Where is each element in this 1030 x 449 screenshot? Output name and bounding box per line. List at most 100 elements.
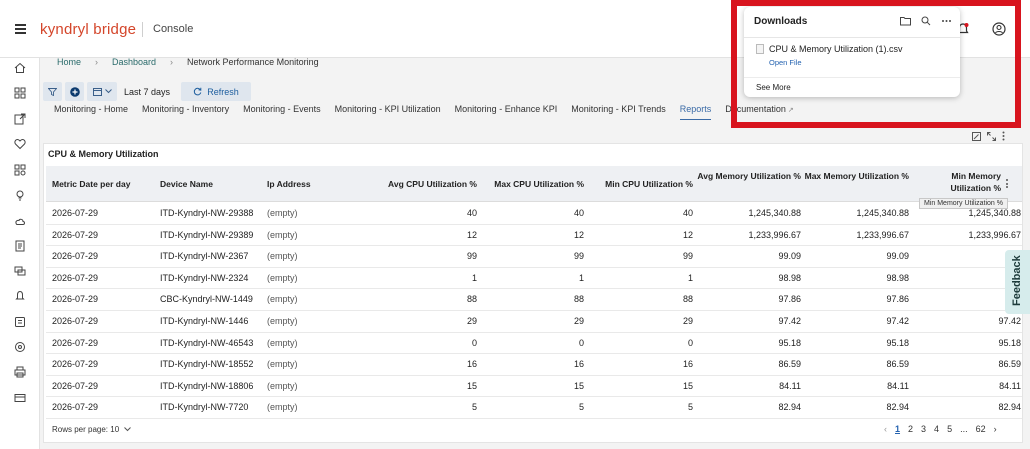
- date-range-picker[interactable]: [87, 82, 117, 101]
- page-1[interactable]: 1: [895, 424, 900, 434]
- health-heart-icon[interactable]: [14, 138, 26, 150]
- table-cell: 40: [682, 208, 693, 218]
- tab-reports[interactable]: Reports: [679, 104, 712, 120]
- breadcrumb-home[interactable]: Home: [57, 57, 81, 67]
- table-header: Metric Date per day Device Name Ip Addre…: [46, 166, 1022, 202]
- table-cell: 2026-07-29: [52, 208, 99, 218]
- table-cell: 88: [573, 294, 584, 305]
- table-cell: ITD-Kyndryl-NW-7720: [160, 402, 249, 413]
- kyndryl-bridge-logo[interactable]: kyndryl bridge: [40, 21, 136, 38]
- col-ip-address[interactable]: Ip Address: [267, 178, 311, 190]
- table-row[interactable]: 2026-07-29 CBC-Kyndryl-NW-1449 (empty) 88 88…: [46, 289, 1022, 311]
- table-row[interactable]: 2026-07-29 ITD-Kyndryl-NW-2367 (empty) 99 99…: [46, 246, 1022, 268]
- table-cell: 84.11: [999, 380, 1021, 391]
- alerts-bell-icon[interactable]: [14, 290, 26, 302]
- table-cell: 84.11: [779, 380, 801, 391]
- table-cell: 1,245,340.88: [968, 208, 1021, 218]
- table-cell: (empty): [267, 294, 298, 305]
- expand-icon[interactable]: [987, 131, 996, 141]
- insights-bulb-icon[interactable]: [14, 189, 26, 201]
- breadcrumb-separator: ›: [95, 57, 99, 67]
- table-cell: 5: [687, 402, 693, 413]
- page-3[interactable]: 3: [921, 424, 926, 434]
- table-row[interactable]: 2026-07-29 ITD-Kyndryl-NW-18806 (empty) 15 1…: [46, 376, 1022, 398]
- prev-page-icon[interactable]: ‹: [884, 424, 887, 434]
- column-menu-icon[interactable]: [1006, 179, 1009, 190]
- tickets-icon[interactable]: [14, 316, 26, 328]
- col-metric-date[interactable]: Metric Date per day: [52, 178, 130, 190]
- breadcrumb-current: Network Performance Monitoring: [187, 57, 319, 67]
- pagination: ‹ 1 2 3 4 5 ... 62 ›: [884, 424, 997, 434]
- col-min-memory[interactable]: Min Memory Utilization %: [926, 170, 1001, 194]
- table-row[interactable]: 2026-07-29 ITD-Kyndryl-NW-18552 (empty) 16 1…: [46, 354, 1022, 376]
- card-icon[interactable]: [14, 392, 26, 404]
- cloud-icon[interactable]: [14, 215, 26, 227]
- printer-icon[interactable]: [14, 366, 26, 378]
- table-cell: (empty): [267, 316, 298, 326]
- col-max-memory[interactable]: Max Memory Utilization %: [804, 170, 909, 182]
- apps-icon[interactable]: [14, 164, 26, 176]
- page-5[interactable]: 5: [947, 424, 952, 434]
- launch-icon[interactable]: [14, 113, 26, 125]
- chat-icon[interactable]: [14, 265, 26, 277]
- chevron-down-icon: [124, 427, 132, 432]
- table-cell: 2026-07-29: [52, 229, 99, 240]
- chevron-down-icon: [104, 89, 112, 94]
- table-row[interactable]: 2026-07-29 ITD-Kyndryl-NW-29388 (empty) 40 4…: [46, 203, 1022, 225]
- col-device-name[interactable]: Device Name: [160, 178, 213, 190]
- filter-button[interactable]: [43, 82, 62, 101]
- refresh-button[interactable]: Refresh: [181, 82, 252, 101]
- home-icon[interactable]: [14, 62, 26, 74]
- col-avg-memory[interactable]: Avg Memory Utilization %: [696, 170, 801, 182]
- rows-per-page-label: Rows per page: 10: [52, 425, 120, 434]
- feedback-label: Feedback: [1011, 255, 1023, 306]
- edit-icon[interactable]: [972, 131, 981, 141]
- page-62[interactable]: 62: [976, 424, 986, 434]
- table-cell: (empty): [267, 402, 298, 413]
- more-vertical-icon[interactable]: [1002, 131, 1005, 141]
- tab-monitoring-events[interactable]: Monitoring - Events: [243, 104, 321, 120]
- table-cell: 1,233,996.67: [856, 229, 909, 240]
- table-cell: 99: [466, 251, 477, 262]
- dashboard-grid-icon[interactable]: [14, 87, 26, 99]
- tab-monitoring-enhance-kpi[interactable]: Monitoring - Enhance KPI: [455, 104, 558, 120]
- tab-monitoring-inventory[interactable]: Monitoring - Inventory: [142, 104, 229, 120]
- refresh-icon: [194, 87, 202, 96]
- table-cell: 15: [573, 380, 584, 391]
- table-cell: (empty): [267, 359, 298, 370]
- table-cell: 99.09: [778, 251, 801, 262]
- table-cell: 5: [578, 402, 584, 413]
- filter-toolbar: Last 7 days Refresh: [43, 82, 252, 101]
- tab-monitoring-kpi-trends[interactable]: Monitoring - KPI Trends: [571, 104, 666, 120]
- breadcrumb-dashboard[interactable]: Dashboard: [112, 57, 156, 67]
- table-cell: 2026-07-29: [52, 294, 99, 305]
- table-cell: 2026-07-29: [52, 402, 99, 413]
- page-2[interactable]: 2: [908, 424, 913, 434]
- table-row[interactable]: 2026-07-29 ITD-Kyndryl-NW-1446 (empty) 29 29…: [46, 311, 1022, 333]
- settings-gear-icon[interactable]: [14, 341, 26, 353]
- table-cell: 0: [471, 337, 477, 348]
- table-cell: ITD-Kyndryl-NW-29389: [160, 229, 254, 240]
- tab-monitoring-kpi-utilization[interactable]: Monitoring - KPI Utilization: [335, 104, 441, 120]
- cpu-memory-table-card: CPU & Memory Utilization Metric Date per…: [43, 143, 1023, 443]
- next-page-icon[interactable]: ›: [994, 424, 997, 434]
- table-row[interactable]: 2026-07-29 ITD-Kyndryl-NW-29389 (empty) 12 1…: [46, 225, 1022, 247]
- table-row[interactable]: 2026-07-29 ITD-Kyndryl-NW-2324 (empty) 1 1 1 9…: [46, 268, 1022, 290]
- add-filter-button[interactable]: [65, 82, 84, 101]
- hamburger-menu-icon[interactable]: [15, 24, 26, 36]
- feedback-tab[interactable]: Feedback: [1005, 250, 1030, 314]
- col-max-cpu[interactable]: Max CPU Utilization %: [486, 178, 584, 190]
- table-cell: 98.98: [778, 272, 801, 283]
- page-4[interactable]: 4: [934, 424, 939, 434]
- table-cell: 40: [573, 208, 584, 218]
- tab-monitoring-home[interactable]: Monitoring - Home: [54, 104, 128, 120]
- col-avg-cpu[interactable]: Avg CPU Utilization %: [377, 178, 477, 190]
- table-cell: 1: [471, 272, 477, 283]
- reports-icon[interactable]: [14, 240, 26, 252]
- table-row[interactable]: 2026-07-29 ITD-Kyndryl-NW-46543 (empty) 0 0 0…: [46, 333, 1022, 355]
- filter-icon: [48, 87, 57, 96]
- date-range-label: Last 7 days: [124, 86, 171, 97]
- col-min-cpu[interactable]: Min CPU Utilization %: [593, 178, 693, 190]
- rows-per-page-select[interactable]: Rows per page: 10: [52, 425, 132, 434]
- table-row[interactable]: 2026-07-29 ITD-Kyndryl-NW-7720 (empty) 5 5 5 8…: [46, 397, 1022, 419]
